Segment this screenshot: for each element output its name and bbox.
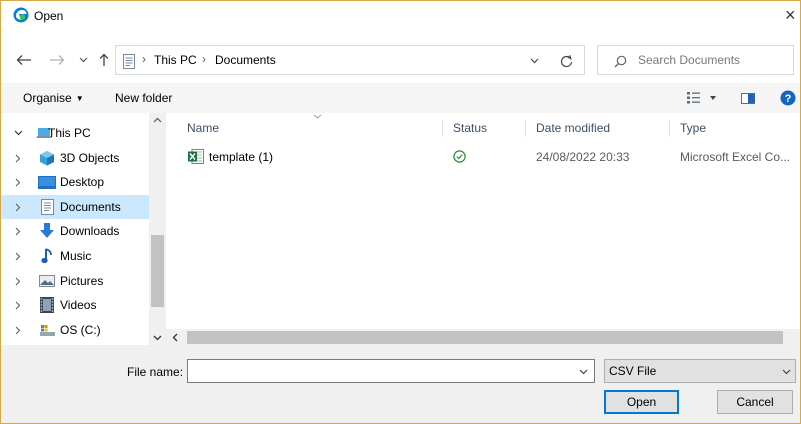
file-name: template (1) [209,150,274,164]
collapsed-chevron-icon[interactable] [12,200,24,214]
tree-item-videos[interactable]: Videos [10,293,150,317]
file-type-filter-select[interactable]: CSV File [604,359,796,383]
navigation-bar: › This PC › Documents Search Documents [1,45,800,77]
file-type-dropdown-chevron-icon[interactable] [780,366,792,378]
forward-arrow-icon[interactable] [48,51,66,69]
scroll-down-arrow-icon[interactable] [152,333,163,343]
refresh-icon[interactable] [558,53,574,69]
collapsed-chevron-icon[interactable] [12,175,24,189]
view-options-icon[interactable] [685,89,717,107]
help-icon[interactable]: ? [779,89,797,107]
scroll-up-arrow-icon[interactable] [152,115,163,125]
window-title: Open [34,9,64,23]
tree-label-music: Music [60,249,92,263]
column-divider [669,119,670,137]
file-type: Microsoft Excel Co... [680,150,791,164]
downloads-icon [38,223,56,239]
preview-pane-icon[interactable] [739,90,757,106]
search-box[interactable]: Search Documents [597,45,794,75]
tree-label-videos: Videos [60,298,97,312]
collapsed-chevron-icon[interactable] [12,249,24,263]
tree-label-pictures: Pictures [60,274,104,288]
tree-item-downloads[interactable]: Downloads [10,219,150,243]
breadcrumb-this-pc[interactable]: This PC [154,53,197,67]
tree-scrollbar-thumb[interactable] [151,235,164,307]
organise-dropdown-icon: ▼ [75,94,84,103]
sort-indicator-chevron-icon [311,112,323,120]
column-header-status[interactable]: Status [453,121,487,135]
dialog-footer: File name: CSV File Open Cancel [1,345,800,423]
file-type-filter-value: CSV File [609,364,657,378]
tree-label-this-pc: This PC [48,126,91,140]
tree-item-music[interactable]: Music [10,244,150,268]
file-name-input[interactable] [187,359,595,383]
tree-item-this-pc[interactable]: This PC [10,121,150,145]
collapsed-chevron-icon[interactable] [12,298,24,312]
file-list-horizontal-scrollbar[interactable] [166,329,800,346]
tree-item-os-c[interactable]: OS (C:) [10,318,150,342]
collapsed-chevron-icon[interactable] [12,323,24,337]
file-row[interactable]: template (1) 24/08/2022 20:33 Microsoft … [166,145,800,169]
documents-icon [38,199,56,215]
svg-text:?: ? [785,93,792,105]
sync-status-check-icon [452,149,466,163]
music-icon [38,248,56,264]
collapsed-chevron-icon[interactable] [12,151,24,165]
new-folder-button[interactable]: New folder [115,91,172,105]
column-divider [442,119,443,137]
breadcrumb-separator: › [202,52,206,66]
file-name-dropdown-chevron-icon[interactable] [577,366,589,378]
tree-label-3d-objects: 3D Objects [60,151,120,165]
collapsed-chevron-icon[interactable] [12,224,24,238]
3d-objects-icon [38,150,56,166]
breadcrumb-separator: › [142,52,146,66]
open-file-dialog: Open × › This PC › Documents Search Docu… [0,0,801,424]
open-button-label: Open [626,395,657,409]
tree-label-desktop: Desktop [60,175,105,189]
tree-label-downloads: Downloads [60,224,120,238]
back-arrow-icon[interactable] [15,51,33,69]
cancel-button[interactable]: Cancel [717,390,793,414]
tree-label-os-c: OS (C:) [60,323,101,337]
up-arrow-icon[interactable] [97,51,111,69]
edge-logo-icon [13,7,29,23]
address-dropdown-chevron-icon[interactable] [528,55,540,67]
cancel-button-label: Cancel [736,395,774,409]
command-bar: Organise ▼ New folder ? [1,83,800,113]
file-name-label: File name: [127,365,184,379]
address-bar[interactable]: › This PC › Documents [115,45,585,75]
title-bar: Open × [1,1,800,31]
videos-icon [38,297,56,313]
tree-label-documents: Documents [60,200,121,214]
pictures-icon [38,273,56,289]
close-button[interactable]: × [785,5,796,26]
breadcrumb-documents[interactable]: Documents [215,53,276,67]
column-divider [525,119,526,137]
open-button[interactable]: Open [604,390,679,414]
horizontal-scrollbar-thumb[interactable] [187,331,783,344]
file-list: Name Status Date modified Type template … [166,112,800,346]
collapsed-chevron-icon[interactable] [12,274,24,288]
excel-file-icon [188,148,204,164]
tree-item-3d-objects[interactable]: 3D Objects [10,146,150,170]
column-header-name[interactable]: Name [187,121,219,135]
column-header-type[interactable]: Type [680,121,706,135]
navigation-pane: This PC 3D Objects Desktop Documents Dow… [1,113,166,345]
search-icon [612,53,628,69]
organise-button[interactable]: Organise ▼ [23,91,84,105]
tree-item-desktop[interactable]: Desktop [10,170,150,194]
column-header-date-modified[interactable]: Date modified [536,121,610,135]
tree-scrollbar[interactable] [149,113,166,345]
scroll-left-arrow-icon[interactable] [170,332,180,343]
organise-label: Organise [23,91,72,105]
expanded-chevron-icon[interactable] [12,126,24,140]
documents-folder-icon [122,53,136,69]
desktop-icon [38,174,56,190]
drive-icon [38,322,56,338]
file-date-modified: 24/08/2022 20:33 [536,150,630,164]
search-placeholder: Search Documents [638,53,741,67]
recent-locations-chevron-icon[interactable] [77,53,89,67]
tree-item-documents[interactable]: Documents [10,195,150,219]
tree-item-pictures[interactable]: Pictures [10,269,150,293]
